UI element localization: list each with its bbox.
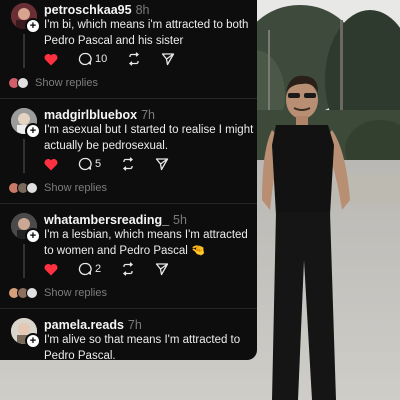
reply-count: 5 bbox=[95, 158, 102, 170]
comment-username[interactable]: petroschkaa95 8h bbox=[44, 3, 149, 17]
replier-avatar bbox=[26, 182, 38, 194]
plus-icon[interactable]: + bbox=[25, 18, 41, 34]
comment-item: + madgirlbluebox 7h I'm asexual but I sta… bbox=[0, 105, 257, 204]
reply-button[interactable]: 10 bbox=[78, 52, 107, 66]
like-button[interactable] bbox=[44, 53, 58, 66]
replier-avatar bbox=[17, 77, 29, 89]
comment-text-content: I'm a lesbian, which means I'm attracted… bbox=[44, 229, 248, 257]
username-text[interactable]: pamela.reads bbox=[44, 318, 124, 332]
thread-line bbox=[23, 139, 25, 173]
plus-icon[interactable]: + bbox=[25, 123, 41, 139]
comment-item: + petroschkaa95 8h I'm bi, which means i'… bbox=[0, 0, 257, 99]
comment-item: + whatambersreading_ 5h I'm a lesbian, wh… bbox=[0, 210, 257, 309]
thread-line bbox=[23, 34, 25, 68]
comment-username[interactable]: pamela.reads 7h bbox=[44, 318, 142, 332]
share-button[interactable] bbox=[155, 262, 169, 276]
username-text[interactable]: whatambersreading_ bbox=[44, 213, 169, 227]
username-text[interactable]: petroschkaa95 bbox=[44, 3, 132, 17]
like-button[interactable] bbox=[44, 263, 58, 276]
plus-icon[interactable]: + bbox=[25, 228, 41, 244]
comment-text: I'm asexual but I started to realise I m… bbox=[44, 124, 254, 152]
share-icon bbox=[155, 158, 169, 171]
comment-actions: 10 bbox=[44, 51, 195, 67]
comment-actions: 5 bbox=[44, 156, 189, 172]
thread-line bbox=[23, 244, 25, 278]
show-replies-row[interactable]: Show replies bbox=[8, 76, 98, 90]
reply-bubble-icon bbox=[78, 262, 92, 276]
heart-icon bbox=[44, 263, 58, 275]
like-button[interactable] bbox=[44, 158, 58, 171]
comment-username[interactable]: whatambersreading_ 5h bbox=[44, 213, 187, 227]
show-replies-link[interactable]: Show replies bbox=[35, 77, 98, 89]
comment-time: 5h bbox=[173, 213, 187, 227]
repost-button[interactable] bbox=[121, 157, 135, 171]
comment-text: I'm a lesbian, which means I'm attracted… bbox=[44, 228, 254, 259]
repost-icon bbox=[129, 52, 140, 66]
repost-icon bbox=[123, 157, 134, 171]
comment-item: + pamela.reads 7h I'm alive so that means… bbox=[0, 315, 257, 360]
heart-icon bbox=[44, 158, 58, 170]
comment-time: 7h bbox=[127, 318, 142, 332]
plus-icon[interactable]: + bbox=[25, 333, 41, 349]
divider bbox=[0, 203, 257, 204]
show-replies-row[interactable]: Show replies bbox=[8, 181, 107, 195]
repost-button[interactable] bbox=[127, 52, 141, 66]
comment-time: 7h bbox=[141, 108, 155, 122]
reply-button[interactable]: 5 bbox=[78, 157, 101, 171]
comment-text: I'm alive so that means I'm attracted to… bbox=[44, 334, 241, 360]
share-icon bbox=[155, 263, 169, 276]
divider bbox=[0, 308, 257, 309]
share-icon bbox=[162, 53, 175, 66]
repost-button[interactable] bbox=[121, 262, 135, 276]
pinching-hand-emoji-icon: 🤏 bbox=[191, 244, 206, 257]
repost-icon bbox=[123, 262, 134, 276]
show-replies-link[interactable]: Show replies bbox=[44, 182, 107, 194]
reply-count: 2 bbox=[95, 263, 102, 275]
show-replies-row[interactable]: Show replies bbox=[8, 286, 107, 300]
comment-username[interactable]: madgirlbluebox 7h bbox=[44, 108, 155, 122]
reply-bubble-icon bbox=[78, 157, 92, 171]
reply-count: 10 bbox=[95, 53, 108, 65]
heart-icon bbox=[44, 53, 58, 65]
reply-bubble-icon bbox=[78, 52, 92, 66]
show-replies-link[interactable]: Show replies bbox=[44, 287, 107, 299]
username-text[interactable]: madgirlbluebox bbox=[44, 108, 137, 122]
comments-panel: + petroschkaa95 8h I'm bi, which means i'… bbox=[0, 0, 257, 360]
comment-text: I'm bi, which means i'm attracted to bot… bbox=[44, 19, 249, 47]
comment-actions: 2 bbox=[44, 261, 189, 277]
share-button[interactable] bbox=[161, 52, 175, 66]
share-button[interactable] bbox=[155, 157, 169, 171]
reply-button[interactable]: 2 bbox=[78, 262, 101, 276]
replier-avatar bbox=[26, 287, 38, 299]
divider bbox=[0, 98, 257, 99]
comment-time: 8h bbox=[135, 3, 150, 17]
